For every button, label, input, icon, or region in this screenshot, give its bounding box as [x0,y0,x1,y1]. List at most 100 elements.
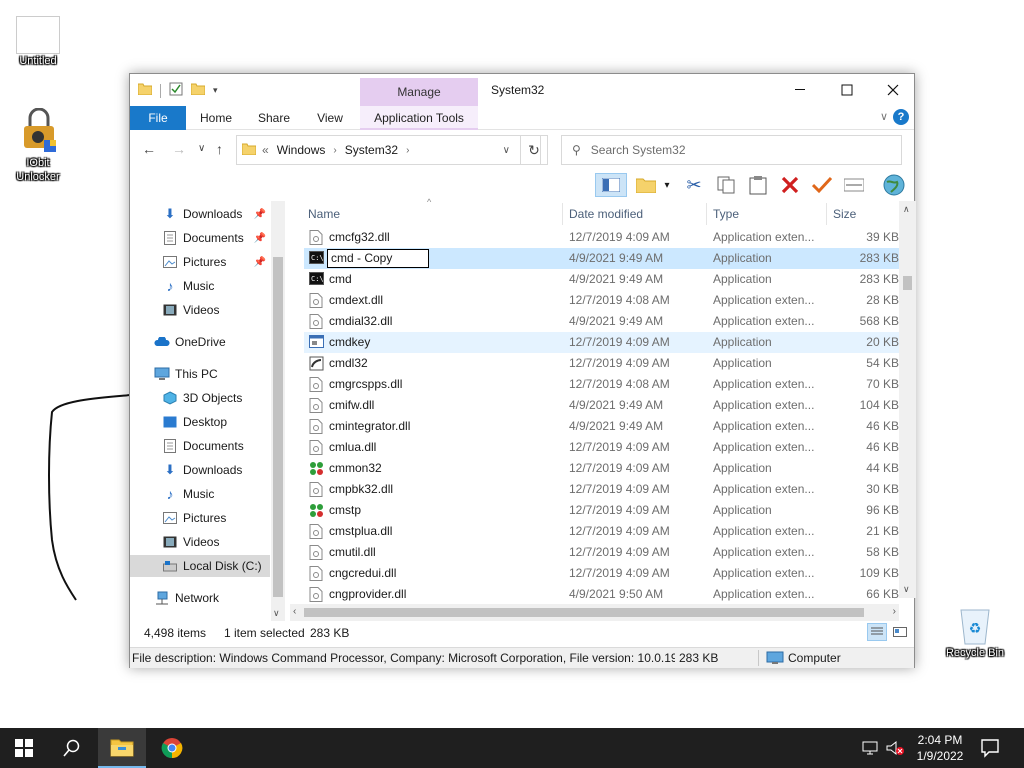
file-row[interactable]: cmmon32 12/7/2019 4:09 AM Application 44 KB [304,458,899,479]
desktop-icon-untitled[interactable]: Untitled [0,16,76,68]
up-arrow-icon[interactable]: ↑ [216,141,223,157]
system-clock[interactable]: 2:04 PM 1/9/2022 [905,732,975,764]
nav-pane-scroll-thumb[interactable] [273,257,283,597]
horizontal-scroll-thumb[interactable] [304,608,864,617]
file-row[interactable]: cmcfg32.dll 12/7/2019 4:09 AM Application … [304,227,899,248]
copy-button[interactable] [713,173,739,197]
file-row[interactable]: cmdkey 12/7/2019 4:09 AM Application 20 KB [304,332,899,353]
file-row[interactable]: cmlua.dll 12/7/2019 4:09 AM Application ex… [304,437,899,458]
tab-file[interactable]: File [130,106,186,130]
paste-button[interactable] [745,173,771,197]
column-header-date-modified[interactable]: Date modified [569,201,643,227]
vertical-scroll-thumb[interactable] [903,276,912,290]
pin-icon[interactable]: 📌 [254,209,266,220]
nav-item-3d-objects[interactable]: 3D Objects [130,387,270,409]
column-header-size[interactable]: Size [833,201,856,227]
minimize-button[interactable] [778,74,824,106]
file-row[interactable]: cmutil.dll 12/7/2019 4:09 AM Application e… [304,542,899,563]
file-row[interactable]: cmstp 12/7/2019 4:09 AM Application 96 KB [304,500,899,521]
pin-icon[interactable]: 📌 [254,233,266,244]
scroll-left-arrow-icon[interactable]: ‹ [293,606,296,617]
nav-item-videos-quick[interactable]: Videos [130,299,270,321]
properties-button[interactable] [841,173,867,197]
maximize-button[interactable] [824,74,870,106]
close-button[interactable] [870,74,916,106]
taskbar-chrome[interactable] [148,728,196,768]
file-row[interactable]: cmdial32.dll 4/9/2021 9:49 AM Application … [304,311,899,332]
start-button[interactable] [0,728,48,768]
nav-item-music[interactable]: ♪ Music [130,483,270,505]
nav-item-local-disk[interactable]: Local Disk (C:) [130,555,270,577]
nav-pane-scrollbar[interactable]: ∨ [271,201,285,621]
nav-item-desktop[interactable]: Desktop [130,411,270,433]
breadcrumb-windows[interactable]: Windows [277,143,326,157]
file-row[interactable]: cmgrcspps.dll 12/7/2019 4:08 AM Applicatio… [304,374,899,395]
details-view-button[interactable] [867,623,887,641]
address-bar[interactable]: « Windows › System32 › ∨ [236,135,541,165]
nav-item-music-quick[interactable]: ♪ Music [130,275,270,297]
file-row[interactable]: cngprovider.dll 4/9/2021 9:50 AM Applicati… [304,584,899,605]
column-header-type[interactable]: Type [713,201,739,227]
address-overflow[interactable]: « [262,143,269,157]
file-row[interactable]: cmstplua.dll 12/7/2019 4:09 AM Application… [304,521,899,542]
rename-input[interactable]: cmd - Copy [327,249,429,268]
column-header-name[interactable]: Name [308,201,340,227]
taskbar-search-button[interactable] [48,728,96,768]
search-input[interactable]: ⚲ Search System32 [561,135,902,165]
preview-pane-button[interactable] [595,173,627,197]
file-row[interactable]: cmintegrator.dll 4/9/2021 9:49 AM Applicat… [304,416,899,437]
delete-button[interactable] [777,173,803,197]
scroll-right-arrow-icon[interactable]: › [893,606,896,617]
manage-context-tab[interactable]: Manage [360,78,478,106]
nav-item-pictures-quick[interactable]: Pictures 📌 [130,251,270,273]
file-row[interactable]: cmpbk32.dll 12/7/2019 4:09 AM Application … [304,479,899,500]
column-divider[interactable] [706,203,707,225]
file-row[interactable]: cngcredui.dll 12/7/2019 4:09 AM Applicatio… [304,563,899,584]
file-row[interactable]: cmdl32 12/7/2019 4:09 AM Application 54 KB [304,353,899,374]
desktop-icon-iobit-unlocker[interactable]: IObit Unlocker [0,107,76,184]
tab-home[interactable]: Home [190,106,242,130]
nav-item-downloads[interactable]: ⬇ Downloads [130,459,270,481]
tab-application-tools[interactable]: Application Tools [360,106,478,130]
nav-item-videos[interactable]: Videos [130,531,270,553]
network-status-icon[interactable] [862,740,878,759]
desktop-icon-recycle-bin[interactable]: ♻ Recycle Bin [937,602,1013,660]
cut-button[interactable]: ✂ [681,173,707,197]
ribbon-expand-chevron-icon[interactable]: ∨ [880,110,888,123]
help-icon[interactable]: ? [893,109,909,125]
nav-item-onedrive[interactable]: OneDrive [130,331,270,353]
file-row[interactable]: C:\ cmd - Copy 4/9/2021 9:49 AM Application… [304,248,899,269]
nav-item-downloads-quick[interactable]: ⬇ Downloads 📌 [130,203,270,225]
nav-item-this-pc[interactable]: This PC [130,363,270,385]
new-folder-icon[interactable] [190,83,206,98]
column-divider[interactable] [562,203,563,225]
globe-button[interactable] [881,173,907,197]
scroll-down-arrow-icon[interactable]: ∨ [903,584,910,595]
address-dropdown-icon[interactable]: ∨ [503,145,510,156]
recent-locations-chevron-icon[interactable]: ∨ [198,143,205,154]
scroll-up-arrow-icon[interactable]: ∧ [903,204,910,215]
new-folder-dropdown[interactable]: ▾ [660,173,674,197]
tab-share[interactable]: Share [248,106,300,130]
new-folder-button[interactable] [634,173,658,197]
file-list-horizontal-scrollbar[interactable]: ‹ › [290,604,899,621]
pin-icon[interactable]: 📌 [254,257,266,268]
properties-check-icon[interactable] [169,82,183,99]
nav-item-network[interactable]: Network [130,587,270,609]
taskbar-file-explorer[interactable] [98,728,146,768]
accept-button[interactable] [809,173,835,197]
qat-dropdown-icon[interactable]: ▾ [213,85,218,96]
back-arrow-icon[interactable]: ← [142,141,156,157]
title-bar[interactable]: ▾ Manage System32 [130,74,914,106]
file-row[interactable]: C:\ cmd 4/9/2021 9:49 AM Application 283 KB [304,269,899,290]
file-list-vertical-scrollbar[interactable]: ∧ ∨ [899,201,916,598]
breadcrumb-system32[interactable]: System32 [345,143,398,157]
forward-arrow-icon[interactable]: → [172,141,186,157]
breadcrumb-chevron-icon[interactable]: › [406,145,409,156]
column-divider[interactable] [826,203,827,225]
action-center-button[interactable] [980,738,1000,761]
refresh-button[interactable]: ↻ [520,135,548,165]
file-row[interactable]: cmifw.dll 4/9/2021 9:49 AM Application ext… [304,395,899,416]
volume-muted-icon[interactable] [886,740,904,759]
nav-item-documents[interactable]: Documents [130,435,270,457]
